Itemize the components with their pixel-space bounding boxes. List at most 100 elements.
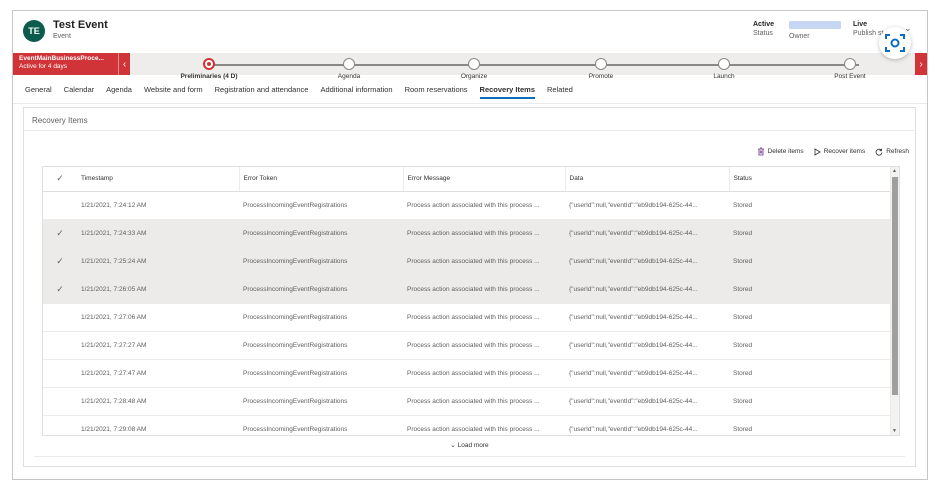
grid-header-row: ✓ Timestamp Error Token Error Message Da…	[43, 167, 891, 192]
cell-timestamp: 1/21/2021, 7:26:05 AM	[77, 275, 239, 304]
cell-error-token: ProcessIncomingEventRegistrations	[239, 191, 403, 220]
cell-error-message: Process action associated with this proc…	[403, 359, 565, 388]
cell-error-token: ProcessIncomingEventRegistrations	[239, 415, 403, 435]
checkmark-icon: ✓	[56, 173, 64, 184]
stage-organize[interactable]: Organize	[429, 58, 519, 80]
process-flag[interactable]: EventMainBusinessProce... Active for 4 d…	[13, 53, 118, 75]
column-header-error-token[interactable]: Error Token	[239, 167, 404, 192]
status-field: Active Status	[753, 21, 774, 37]
delete-items-button[interactable]: Delete items	[757, 147, 804, 156]
table-row[interactable]: 1/21/2021, 7:29:08 AM ProcessIncomingEve…	[43, 415, 891, 435]
stage-label: Post Event	[834, 73, 866, 80]
row-checkbox[interactable]	[43, 303, 77, 332]
stage-preliminaries[interactable]: Preliminaries (4 D)	[164, 58, 254, 80]
stage-promote[interactable]: Promote	[556, 58, 646, 80]
app-frame: TE Test Event Event Active Status Owner …	[12, 10, 928, 480]
scroll-up-icon[interactable]: ▲	[892, 168, 897, 174]
scrollbar-thumb[interactable]	[892, 177, 898, 395]
section-title: Recovery Items	[32, 116, 88, 125]
cell-error-token: ProcessIncomingEventRegistrations	[239, 387, 403, 416]
record-header: TE Test Event Event Active Status Owner …	[13, 11, 927, 51]
table-row[interactable]: 1/21/2021, 7:28:48 AM ProcessIncomingEve…	[43, 387, 891, 416]
cell-timestamp: 1/21/2021, 7:27:47 AM	[77, 359, 239, 388]
cell-error-message: Process action associated with this proc…	[403, 247, 565, 276]
tab-registration-and-attendance[interactable]: Registration and attendance	[209, 83, 315, 99]
cell-timestamp: 1/21/2021, 7:25:24 AM	[77, 247, 239, 276]
cell-status: Stored	[729, 415, 891, 435]
status-value: Active	[753, 21, 775, 28]
select-all-checkbox[interactable]: ✓	[43, 167, 77, 192]
row-checkbox[interactable]	[43, 359, 77, 388]
cell-data: {"userId":null,"eventId":"eb9db194-625c-…	[565, 303, 729, 332]
cell-data: {"userId":null,"eventId":"eb9db194-625c-…	[565, 331, 729, 360]
cell-error-message: Process action associated with this proc…	[403, 191, 565, 220]
cell-data: {"userId":null,"eventId":"eb9db194-625c-…	[565, 415, 729, 435]
column-header-data[interactable]: Data	[565, 167, 730, 192]
checkmark-icon: ✓	[56, 283, 64, 294]
cell-error-token: ProcessIncomingEventRegistrations	[239, 219, 403, 248]
stage-agenda[interactable]: Agenda	[304, 58, 394, 80]
owner-value-redacted[interactable]	[789, 21, 841, 29]
business-process-bar: EventMainBusinessProce... Active for 4 d…	[13, 53, 927, 80]
row-checkbox[interactable]: ✓	[43, 275, 77, 304]
recover-items-button[interactable]: Recover items	[814, 147, 865, 156]
cell-error-message: Process action associated with this proc…	[403, 303, 565, 332]
cell-error-message: Process action associated with this proc…	[403, 219, 565, 248]
cell-status: Stored	[729, 303, 891, 332]
row-checkbox[interactable]	[43, 415, 77, 435]
load-more-button[interactable]: ⌄ Load more	[24, 441, 915, 449]
process-duration: Active for 4 days	[19, 63, 68, 70]
tab-calendar[interactable]: Calendar	[58, 83, 100, 99]
table-row[interactable]: 1/21/2021, 7:27:27 AM ProcessIncomingEve…	[43, 331, 891, 360]
tab-related[interactable]: Related	[541, 83, 579, 99]
process-next-button[interactable]: ›	[915, 53, 927, 75]
grid-command-bar: Delete items Recover items Refresh	[757, 147, 909, 156]
tab-recovery-items[interactable]: Recovery Items	[474, 83, 541, 99]
stage-dot-icon	[844, 58, 856, 70]
row-checkbox[interactable]	[43, 191, 77, 220]
cell-data: {"userId":null,"eventId":"eb9db194-625c-…	[565, 359, 729, 388]
checkmark-icon: ✓	[56, 255, 64, 266]
tab-room-reservations[interactable]: Room reservations	[399, 83, 474, 99]
cell-status: Stored	[729, 191, 891, 220]
stage-label: Preliminaries (4 D)	[180, 73, 238, 80]
stage-launch[interactable]: Launch	[679, 58, 769, 80]
column-header-error-message[interactable]: Error Message	[403, 167, 566, 192]
checkmark-icon: ✓	[56, 227, 64, 238]
table-row[interactable]: 1/21/2021, 7:27:47 AM ProcessIncomingEve…	[43, 359, 891, 388]
tab-agenda[interactable]: Agenda	[100, 83, 138, 99]
cell-error-message: Process action associated with this proc…	[403, 387, 565, 416]
cell-data: {"userId":null,"eventId":"eb9db194-625c-…	[565, 191, 729, 220]
scroll-down-icon[interactable]: ▼	[892, 428, 897, 434]
process-prev-button[interactable]: ‹	[118, 53, 130, 75]
grid-scrollbar[interactable]: ▲ ▼	[890, 167, 899, 435]
tab-general[interactable]: General	[19, 83, 58, 99]
cell-timestamp: 1/21/2021, 7:24:33 AM	[77, 219, 239, 248]
table-row[interactable]: 1/21/2021, 7:24:12 AM ProcessIncomingEve…	[43, 191, 891, 220]
cell-error-token: ProcessIncomingEventRegistrations	[239, 331, 403, 360]
table-row[interactable]: ✓ 1/21/2021, 7:25:24 AM ProcessIncomingE…	[43, 247, 891, 276]
table-row[interactable]: 1/21/2021, 7:27:06 AM ProcessIncomingEve…	[43, 303, 891, 332]
column-header-status[interactable]: Status	[729, 167, 891, 192]
table-row[interactable]: ✓ 1/21/2021, 7:26:05 AM ProcessIncomingE…	[43, 275, 891, 304]
column-header-timestamp[interactable]: Timestamp	[77, 167, 240, 192]
table-row[interactable]: ✓ 1/21/2021, 7:24:33 AM ProcessIncomingE…	[43, 219, 891, 248]
camera-scan-icon[interactable]	[879, 27, 911, 59]
row-checkbox[interactable]: ✓	[43, 219, 77, 248]
stage-label: Promote	[588, 73, 614, 80]
tab-additional-information[interactable]: Additional information	[314, 83, 398, 99]
publish-value: Live	[853, 21, 868, 28]
stage-dot-icon	[343, 58, 355, 70]
owner-field[interactable]: Owner	[789, 21, 841, 40]
avatar: TE	[23, 20, 45, 42]
row-checkbox[interactable]	[43, 331, 77, 360]
tab-website-and-form[interactable]: Website and form	[138, 83, 209, 99]
refresh-label: Refresh	[886, 148, 909, 155]
stage-post-event[interactable]: Post Event	[805, 58, 895, 80]
row-checkbox[interactable]	[43, 387, 77, 416]
refresh-button[interactable]: Refresh	[875, 147, 909, 156]
form-tabs: General Calendar Agenda Website and form…	[19, 83, 579, 99]
entity-type: Event	[53, 33, 71, 40]
cell-data: {"userId":null,"eventId":"eb9db194-625c-…	[565, 275, 729, 304]
row-checkbox[interactable]: ✓	[43, 247, 77, 276]
